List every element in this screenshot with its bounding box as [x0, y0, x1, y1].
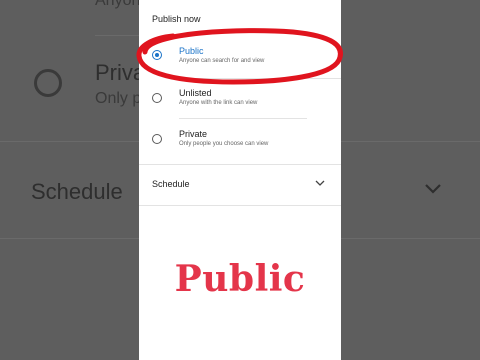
- bg-divider: [341, 238, 480, 239]
- schedule-label: Schedule: [152, 179, 190, 189]
- option-private[interactable]: Private Only people you choose can view: [139, 127, 341, 163]
- divider: [139, 164, 341, 165]
- chevron-down-icon[interactable]: [315, 180, 325, 187]
- option-label: Private: [179, 129, 208, 139]
- bg-radio-icon: [34, 69, 62, 97]
- option-label: Unlisted: [179, 88, 212, 98]
- option-unlisted[interactable]: Unlisted Anyone with the link can view: [139, 86, 341, 122]
- option-description: Anyone with the link can view: [179, 100, 258, 106]
- sheet-title: Publish now: [152, 14, 201, 24]
- option-description: Only people you choose can view: [179, 141, 269, 147]
- divider: [179, 118, 307, 119]
- schedule-dropdown[interactable]: Schedule: [139, 166, 341, 204]
- radio-icon[interactable]: [152, 93, 162, 103]
- bg-divider: [0, 238, 139, 239]
- bg-divider: [341, 141, 480, 142]
- radio-icon[interactable]: [152, 134, 162, 144]
- bg-schedule-label: Schedule: [31, 179, 123, 204]
- overlay-caption: Public: [174, 258, 306, 300]
- bg-divider: [0, 141, 139, 142]
- bg-chevron-down-icon: [425, 184, 441, 194]
- divider: [139, 205, 341, 206]
- bg-private-subtitle: Only p: [95, 90, 142, 107]
- annotation-ellipse: [136, 28, 343, 85]
